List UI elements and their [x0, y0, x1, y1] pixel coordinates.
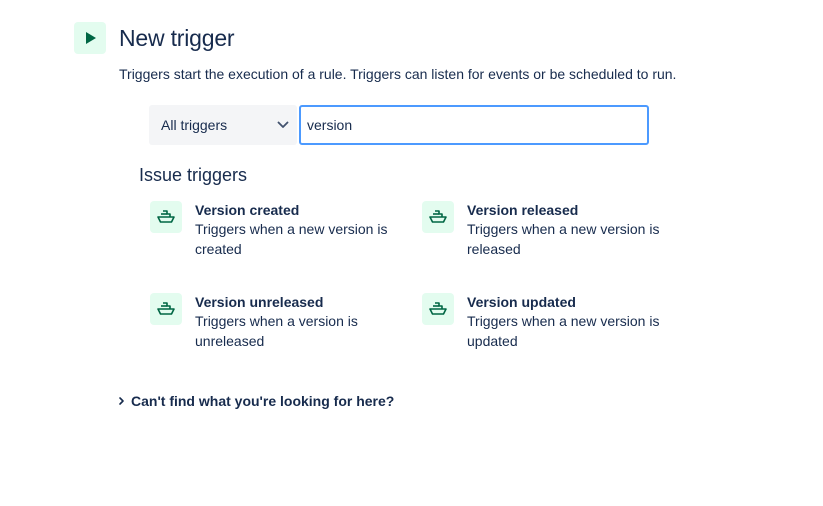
play-icon [74, 22, 106, 54]
trigger-title: Version unreleased [195, 294, 324, 310]
ship-icon [150, 293, 182, 325]
help-expand-toggle[interactable]: Can't find what you're looking for here? [117, 393, 394, 409]
page-title: New trigger [119, 24, 235, 51]
trigger-description: Triggers when a version is unreleased [195, 313, 358, 349]
trigger-description: Triggers when a new version is updated [467, 313, 660, 349]
section-title-issue-triggers: Issue triggers [139, 165, 248, 185]
ship-icon [422, 201, 454, 233]
page-header: New trigger [74, 22, 235, 54]
trigger-title: Version created [195, 202, 300, 218]
trigger-title: Version released [467, 202, 579, 218]
trigger-card-version-released[interactable]: Version released Triggers when a new ver… [422, 201, 682, 259]
help-label: Can't find what you're looking for here? [131, 393, 395, 409]
trigger-type-select[interactable]: All triggers [149, 105, 297, 145]
trigger-card-version-created[interactable]: Version created Triggers when a new vers… [150, 201, 410, 259]
page-subtitle: Triggers start the execution of a rule. … [119, 66, 677, 82]
trigger-card-version-updated[interactable]: Version updated Triggers when a new vers… [422, 293, 682, 351]
ship-icon [150, 201, 182, 233]
ship-icon [422, 293, 454, 325]
trigger-description: Triggers when a new version is created [195, 221, 388, 257]
trigger-card-version-unreleased[interactable]: Version unreleased Triggers when a versi… [150, 293, 410, 351]
chevron-down-icon [277, 121, 289, 128]
trigger-search-input[interactable] [299, 105, 649, 145]
chevron-right-icon [119, 397, 124, 405]
trigger-description: Triggers when a new version is released [467, 221, 660, 257]
trigger-title: Version updated [467, 294, 576, 310]
trigger-type-select-value: All triggers [161, 117, 228, 133]
